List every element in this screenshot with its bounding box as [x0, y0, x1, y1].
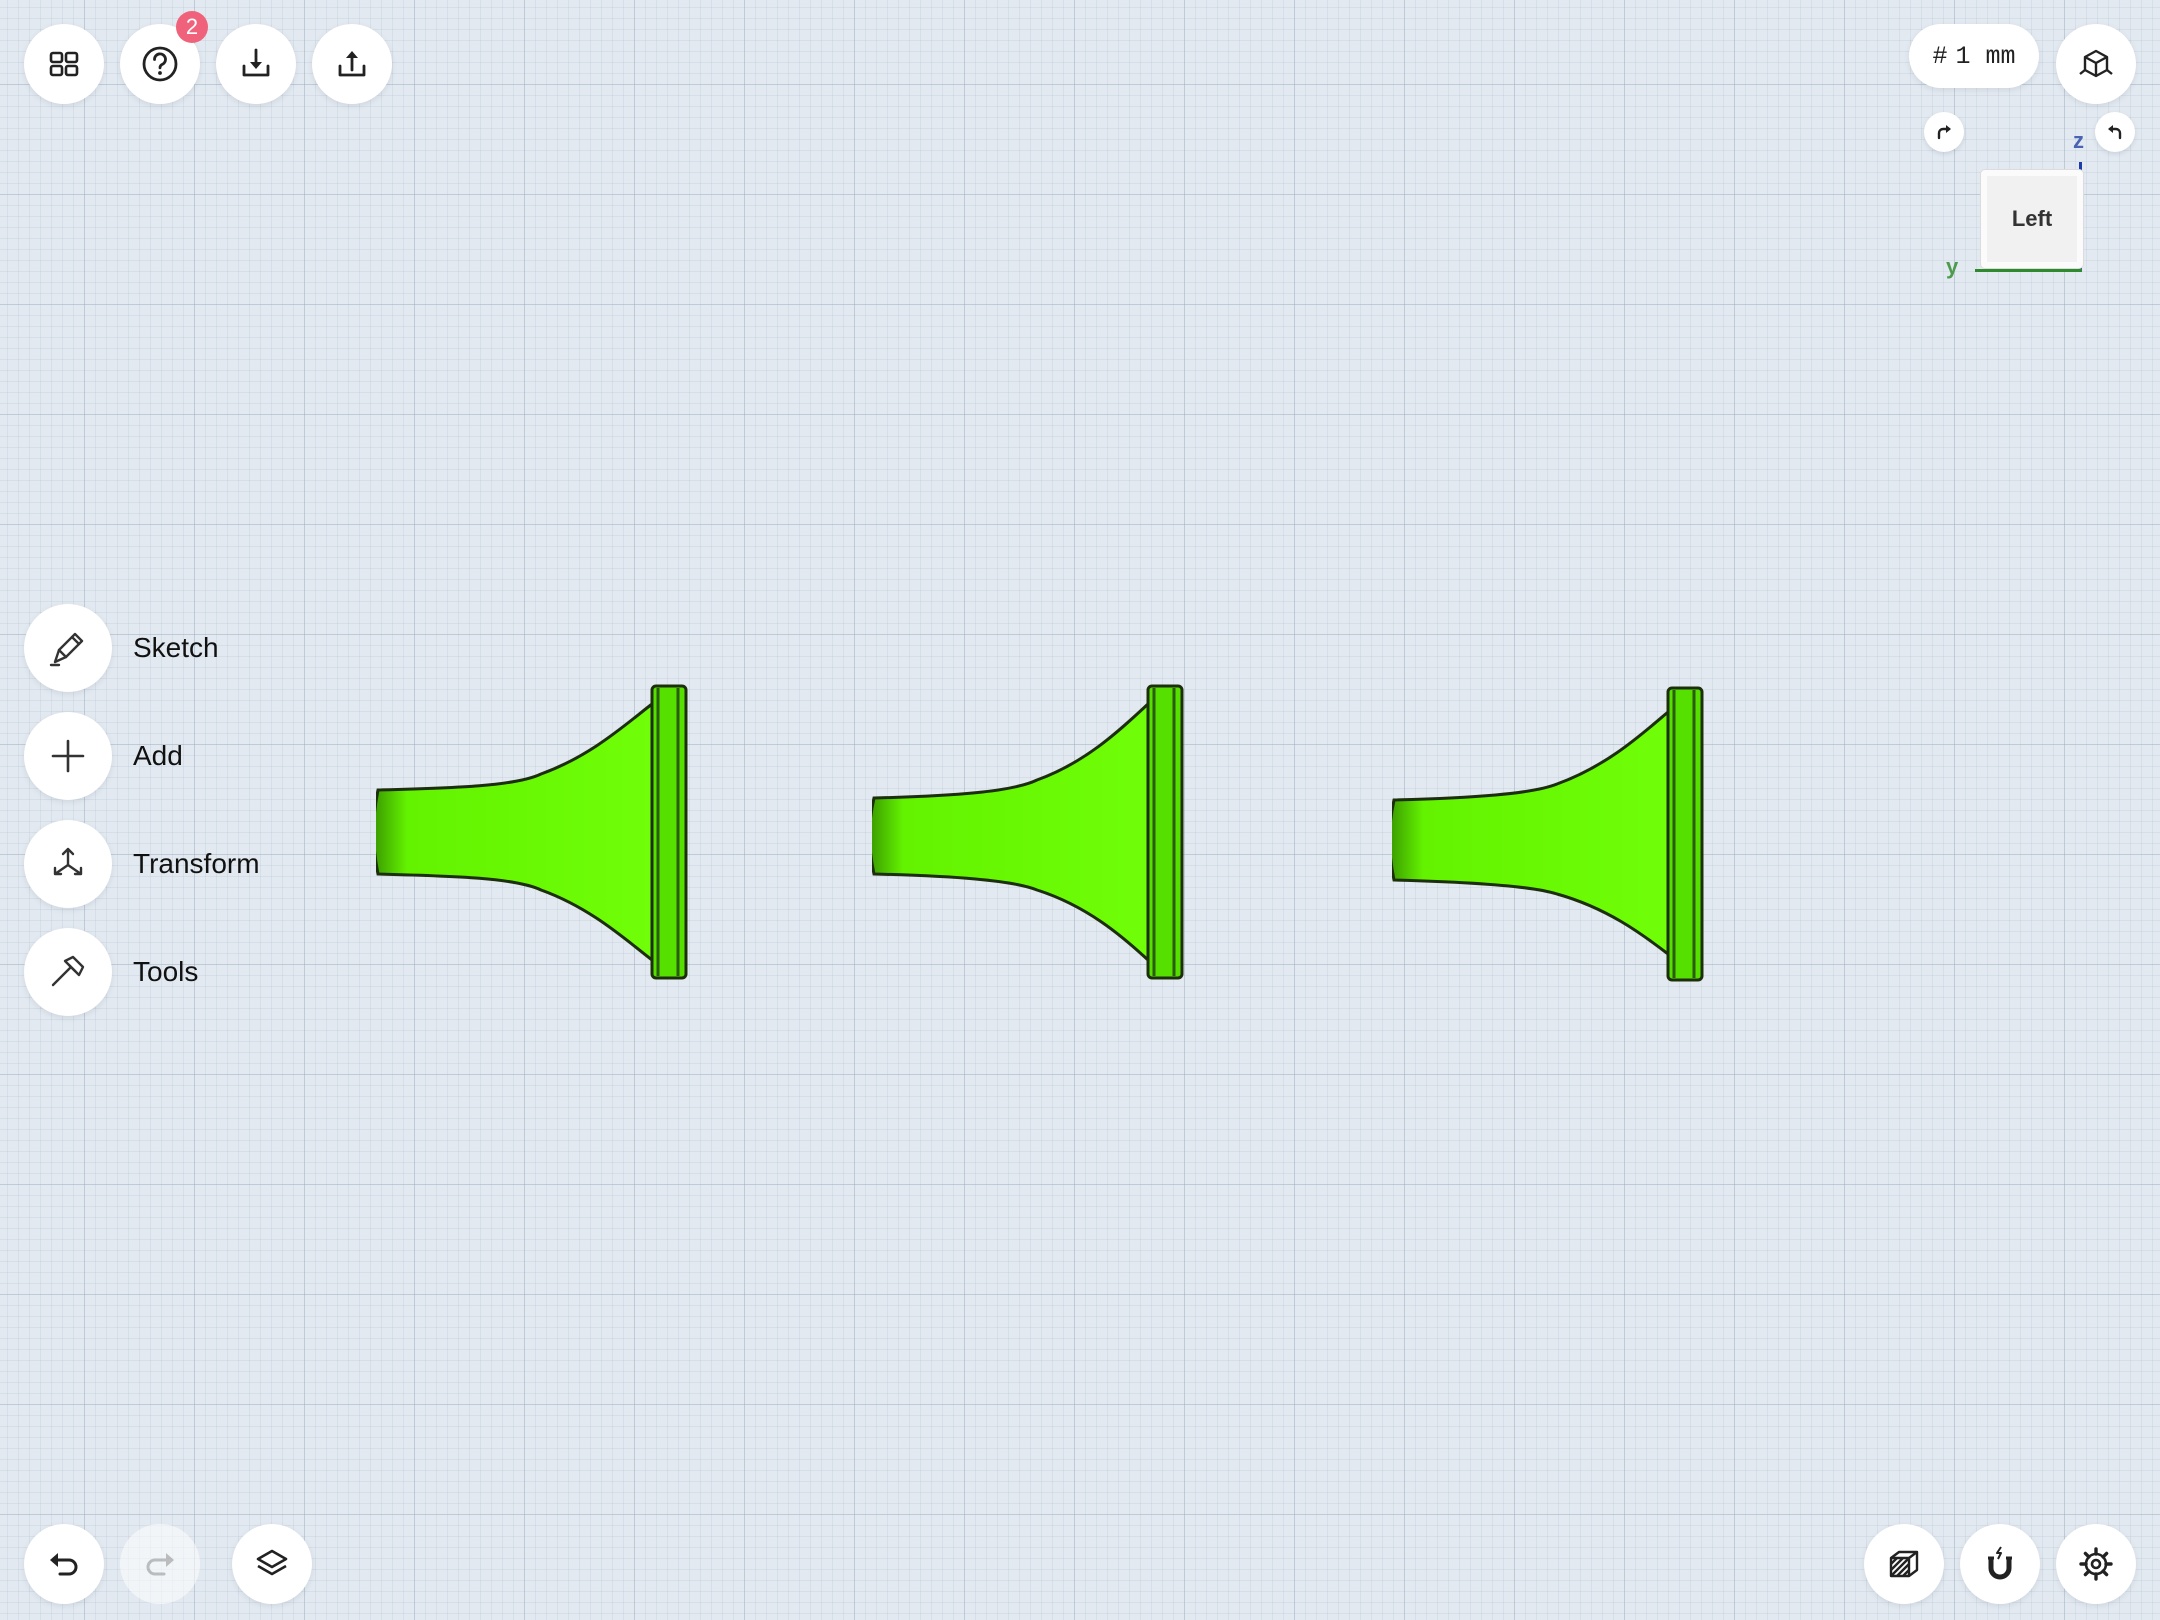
hatched-box-icon — [1889, 1550, 1919, 1578]
sketch-label: Sketch — [133, 632, 219, 663]
add-button[interactable] — [24, 712, 112, 800]
layers-icon — [256, 1549, 288, 1576]
download-icon — [242, 48, 270, 77]
funnel-object[interactable] — [376, 684, 692, 980]
cube-view-icon — [2079, 49, 2113, 78]
transform-button[interactable] — [24, 820, 112, 908]
z-axis-label: z — [2073, 128, 2084, 153]
grid-unit-value: 1 mm — [1955, 41, 2016, 71]
sketch-button[interactable] — [24, 604, 112, 692]
view-cube[interactable]: Left — [1981, 170, 2083, 268]
rotate-view-right-button[interactable] — [1924, 112, 1964, 152]
settings-button[interactable] — [2056, 1524, 2136, 1604]
snap-button[interactable] — [1960, 1524, 2040, 1604]
magnet-icon — [1988, 1546, 2012, 1580]
redo-button[interactable] — [120, 1524, 200, 1604]
rotate-cw-icon — [1937, 125, 1951, 140]
tools-button[interactable] — [24, 928, 112, 1016]
grid-unit-button[interactable]: # 1 mm — [1909, 24, 2039, 88]
undo-icon — [50, 1553, 78, 1576]
pen-icon — [49, 632, 84, 667]
section-view-button[interactable] — [1864, 1524, 1944, 1604]
y-axis-label: y — [1946, 254, 1959, 279]
y-axis-line — [1975, 269, 2082, 272]
layers-button[interactable] — [232, 1524, 312, 1604]
notification-badge: 2 — [176, 11, 208, 43]
plus-icon — [51, 739, 85, 773]
grid-icon — [49, 51, 79, 77]
upload-icon — [338, 51, 366, 77]
question-icon — [142, 46, 178, 82]
export-button[interactable] — [312, 24, 392, 104]
import-button[interactable] — [216, 24, 296, 104]
add-label: Add — [133, 740, 183, 771]
gear-icon — [2079, 1547, 2113, 1581]
rotate-ccw-icon — [2108, 125, 2122, 140]
hammer-icon — [51, 955, 85, 987]
funnel-object[interactable] — [1392, 686, 1708, 982]
view-cube-face-label: Left — [2011, 206, 2053, 231]
transform-arrows-icon — [53, 847, 83, 876]
redo-icon — [146, 1553, 174, 1576]
view-mode-button[interactable] — [2056, 24, 2136, 104]
projects-grid-button[interactable] — [24, 24, 104, 104]
grid-hash-label: # — [1932, 41, 1948, 71]
funnel-object[interactable] — [872, 684, 1188, 980]
undo-button[interactable] — [24, 1524, 104, 1604]
tools-label: Tools — [133, 956, 199, 987]
rotate-view-left-button[interactable] — [2095, 112, 2135, 152]
transform-label: Transform — [133, 848, 260, 879]
